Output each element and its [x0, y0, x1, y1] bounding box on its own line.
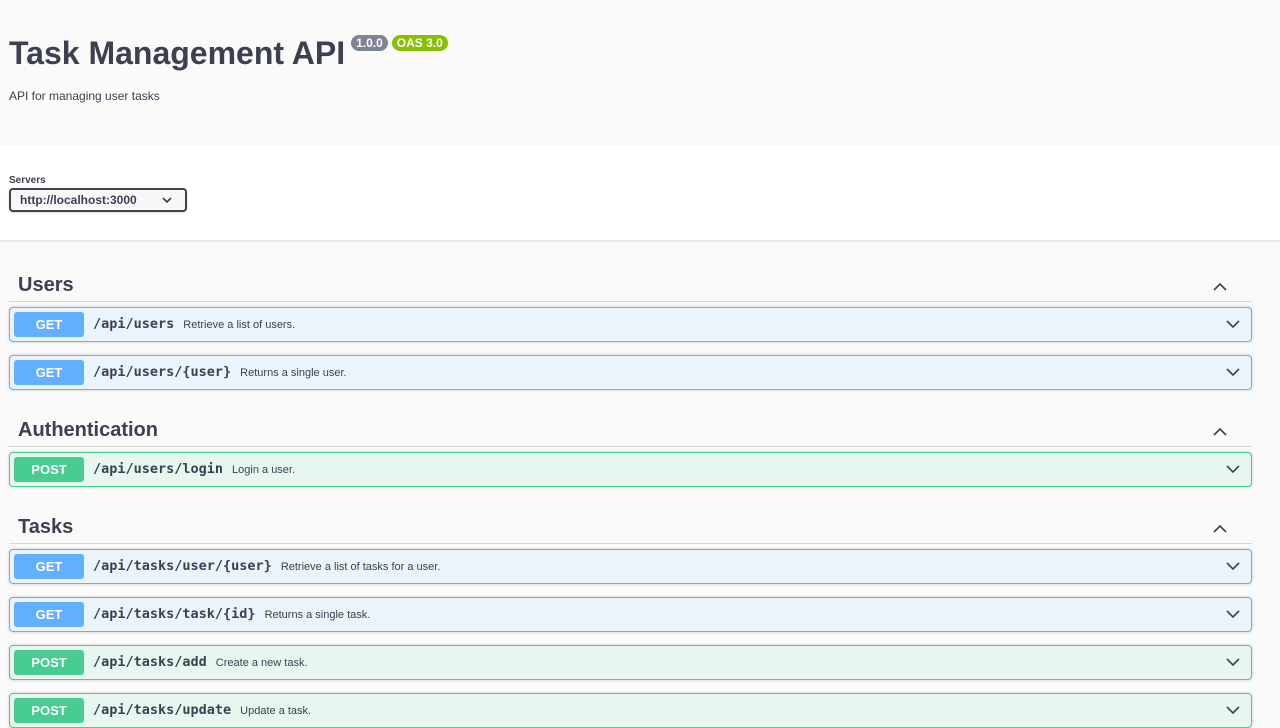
operation-post-add-task[interactable]: POST /api/tasks/add Create a new task. [9, 645, 1252, 680]
chevron-down-icon[interactable] [1225, 607, 1241, 625]
operation-get-users[interactable]: GET /api/users Retrieve a list of users. [9, 307, 1252, 342]
method-badge: GET [14, 554, 84, 579]
server-select[interactable]: http://localhost:3000 [9, 188, 187, 212]
operation-path: /api/users [93, 316, 175, 332]
operation-path-wrap: /api/tasks/add Create a new task. [93, 654, 308, 670]
operation-summary: Retrieve a list of users. [183, 319, 296, 331]
version-badge: 1.0.0 [351, 35, 388, 51]
operation-path: /api/tasks/update [93, 702, 232, 718]
operation-get-task[interactable]: GET /api/tasks/task/{id} Returns a singl… [9, 597, 1252, 632]
operation-post-update-task[interactable]: POST /api/tasks/update Update a task. [9, 693, 1252, 728]
operation-get-user-tasks[interactable]: GET /api/tasks/user/{user} Retrieve a li… [9, 549, 1252, 584]
method-badge: POST [14, 698, 84, 723]
operation-summary: Login a user. [232, 464, 296, 476]
method-badge: POST [14, 457, 84, 482]
operation-path: /api/tasks/task/{id} [93, 606, 256, 622]
servers-container: Servers http://localhost:3000 [0, 146, 1280, 241]
title-row: Task Management API 1.0.0 OAS 3.0 [9, 34, 448, 72]
operation-path-wrap: /api/users/{user} Returns a single user. [93, 364, 347, 380]
section-authentication[interactable]: Authentication [9, 409, 1252, 447]
chevron-up-icon[interactable] [1212, 276, 1228, 299]
chevron-down-icon[interactable] [1225, 365, 1241, 383]
page-title: Task Management API [9, 35, 346, 71]
servers-label: Servers [9, 175, 46, 186]
chevron-down-icon[interactable] [1225, 559, 1241, 577]
operation-path: /api/tasks/user/{user} [93, 558, 272, 574]
chevron-down-icon[interactable] [1225, 655, 1241, 673]
operation-summary: Update a task. [240, 705, 312, 717]
operation-path: /api/tasks/add [93, 654, 207, 670]
chevron-down-icon[interactable] [1225, 703, 1241, 721]
section-users[interactable]: Users [9, 264, 1252, 302]
operation-summary: Returns a single user. [240, 367, 347, 379]
operation-path-wrap: /api/tasks/user/{user} Retrieve a list o… [93, 558, 440, 574]
operation-path-wrap: /api/tasks/update Update a task. [93, 702, 311, 718]
chevron-up-icon[interactable] [1212, 518, 1228, 541]
method-badge: GET [14, 360, 84, 385]
operation-path-wrap: /api/tasks/task/{id} Returns a single ta… [93, 606, 370, 622]
operation-path-wrap: /api/users Retrieve a list of users. [93, 316, 295, 332]
operation-path: /api/users/login [93, 461, 224, 477]
operation-path-wrap: /api/users/login Login a user. [93, 461, 295, 477]
chevron-down-icon [161, 194, 173, 209]
operation-summary: Create a new task. [215, 657, 308, 669]
section-title: Tasks [18, 516, 74, 538]
operation-post-login[interactable]: POST /api/users/login Login a user. [9, 452, 1252, 487]
method-badge: GET [14, 312, 84, 337]
api-description: API for managing user tasks [9, 89, 160, 103]
section-tasks[interactable]: Tasks [9, 506, 1252, 544]
section-title: Users [18, 274, 74, 296]
section-title: Authentication [18, 419, 158, 441]
chevron-down-icon[interactable] [1225, 317, 1241, 335]
operation-path: /api/users/{user} [93, 364, 232, 380]
operation-get-user[interactable]: GET /api/users/{user} Returns a single u… [9, 355, 1252, 390]
method-badge: POST [14, 650, 84, 675]
chevron-down-icon[interactable] [1225, 462, 1241, 480]
operation-summary: Retrieve a list of tasks for a user. [280, 561, 441, 573]
method-badge: GET [14, 602, 84, 627]
server-select-value: http://localhost:3000 [20, 193, 137, 207]
chevron-up-icon[interactable] [1212, 421, 1228, 444]
oas-badge: OAS 3.0 [391, 35, 448, 51]
operation-summary: Returns a single task. [264, 609, 371, 621]
info-header: Task Management API 1.0.0 OAS 3.0 API fo… [0, 0, 1280, 146]
